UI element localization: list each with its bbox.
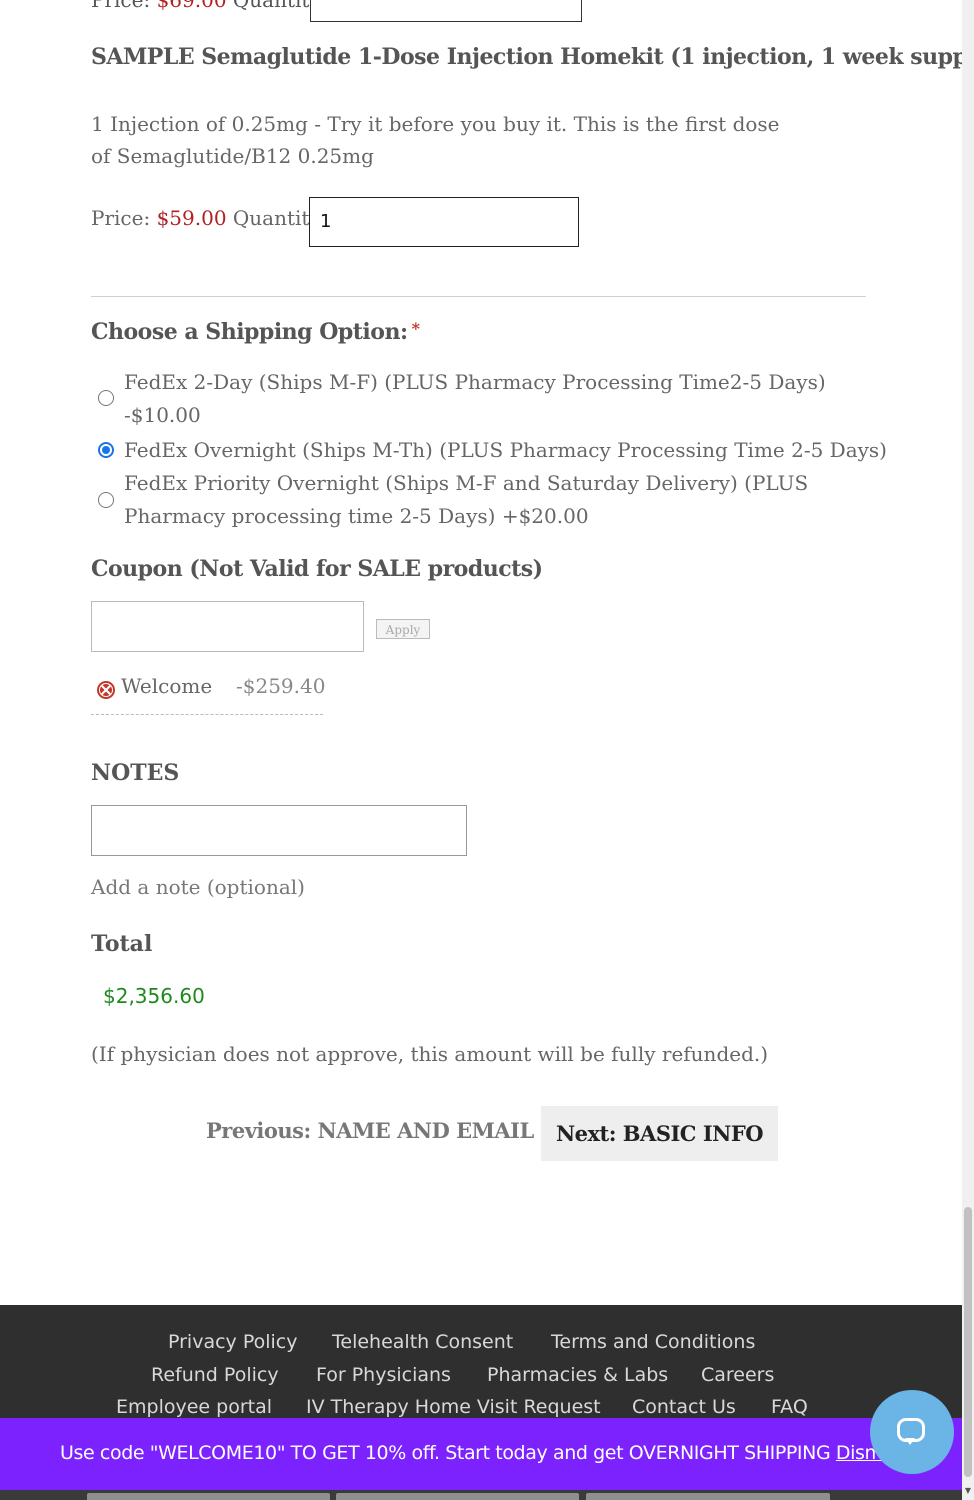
coupon-divider bbox=[91, 714, 323, 715]
footer-link-pharmacies-labs[interactable]: Pharmacies & Labs bbox=[487, 1364, 668, 1386]
previous-step-button[interactable]: Previous: NAME AND EMAIL bbox=[206, 1118, 534, 1143]
footer-link-terms[interactable]: Terms and Conditions bbox=[551, 1331, 755, 1353]
bottom-tab bbox=[87, 1493, 330, 1500]
quantity-input[interactable]: 1 bbox=[309, 197, 579, 247]
next-step-button[interactable]: Next: BASIC INFO bbox=[541, 1106, 778, 1161]
shipping-option-2day-line2: -$10.00 bbox=[124, 403, 201, 427]
applied-coupon-name: Welcome bbox=[121, 674, 213, 698]
quantity-label: Quantity bbox=[232, 206, 321, 230]
footer-link-contact-us[interactable]: Contact Us bbox=[632, 1396, 736, 1418]
notes-input[interactable] bbox=[91, 805, 467, 856]
shipping-option-overnight-line1: FedEx Overnight (Ships M-Th) (PLUS Pharm… bbox=[124, 438, 887, 462]
shipping-heading-text: Choose a Shipping Option: bbox=[91, 319, 408, 345]
shipping-option-priority[interactable]: FedEx Priority Overnight (Ships M-F and … bbox=[124, 467, 844, 533]
total-heading: Total bbox=[91, 931, 153, 957]
apply-coupon-button[interactable]: Apply bbox=[376, 619, 430, 639]
coupon-heading: Coupon (Not Valid for SALE products) bbox=[91, 556, 543, 582]
scroll-down-arrow-icon[interactable]: ▼ bbox=[964, 1486, 972, 1496]
previous-price-value: $69.00 bbox=[156, 0, 227, 12]
shipping-option-2day[interactable]: FedEx 2-Day (Ships M-F) (PLUS Pharmacy P… bbox=[124, 366, 844, 432]
shipping-option-priority-line1: FedEx Priority Overnight (Ships M-F and … bbox=[124, 471, 809, 495]
shipping-heading: Choose a Shipping Option: * bbox=[91, 319, 420, 345]
chat-icon-tail bbox=[905, 1438, 915, 1445]
applied-coupon-amount: -$259.40 bbox=[236, 674, 326, 698]
footer-link-faq[interactable]: FAQ bbox=[771, 1396, 808, 1418]
total-value: $2,356.60 bbox=[103, 984, 205, 1008]
scrollbar-thumb[interactable] bbox=[964, 1207, 972, 1477]
bottom-tab bbox=[336, 1493, 579, 1500]
product-title: SAMPLE Semaglutide 1-Dose Injection Home… bbox=[91, 44, 974, 70]
coupon-input[interactable] bbox=[91, 601, 364, 652]
refund-note: (If physician does not approve, this amo… bbox=[91, 1042, 769, 1066]
previous-price-label: Price: bbox=[91, 0, 151, 12]
shipping-radio-overnight[interactable] bbox=[98, 442, 114, 458]
shipping-option-2day-line1: FedEx 2-Day (Ships M-F) (PLUS Pharmacy P… bbox=[124, 370, 826, 394]
footer-link-privacy-policy[interactable]: Privacy Policy bbox=[168, 1331, 297, 1353]
previous-quantity-label: Quantity bbox=[232, 0, 321, 12]
product-description: 1 Injection of 0.25mg - Try it before yo… bbox=[91, 112, 780, 168]
section-divider bbox=[91, 296, 866, 297]
promo-banner-text-row: Use code "WELCOME10" TO GET 10% off. Sta… bbox=[60, 1442, 907, 1464]
price-label: Price: bbox=[91, 206, 151, 230]
previous-item-price-row: Price: $69.00 Quantity bbox=[91, 0, 321, 12]
notes-heading: NOTES bbox=[91, 760, 180, 786]
promo-message: Use code "WELCOME10" TO GET 10% off. Sta… bbox=[60, 1442, 831, 1464]
notes-help-text: Add a note (optional) bbox=[91, 875, 305, 899]
shipping-option-priority-line2: Pharmacy processing time 2-5 Days) +$20.… bbox=[124, 504, 589, 528]
price-value: $59.00 bbox=[156, 206, 227, 230]
footer-link-refund-policy[interactable]: Refund Policy bbox=[151, 1364, 279, 1386]
bottom-tab bbox=[586, 1493, 830, 1500]
footer-link-iv-therapy[interactable]: IV Therapy Home Visit Request bbox=[306, 1396, 601, 1418]
previous-quantity-input[interactable] bbox=[310, 0, 582, 22]
remove-coupon-icon[interactable] bbox=[97, 681, 115, 699]
footer-link-employee-portal[interactable]: Employee portal bbox=[116, 1396, 272, 1418]
shipping-option-overnight[interactable]: FedEx Overnight (Ships M-Th) (PLUS Pharm… bbox=[124, 434, 887, 467]
product-price-row: Price: $59.00 Quantity bbox=[91, 206, 321, 230]
shipping-radio-2day[interactable] bbox=[98, 390, 114, 406]
footer-link-for-physicians[interactable]: For Physicians bbox=[316, 1364, 451, 1386]
required-marker: * bbox=[411, 319, 420, 338]
shipping-radio-priority[interactable] bbox=[98, 492, 114, 508]
footer-link-telehealth-consent[interactable]: Telehealth Consent bbox=[332, 1331, 513, 1353]
footer-link-careers[interactable]: Careers bbox=[701, 1364, 774, 1386]
